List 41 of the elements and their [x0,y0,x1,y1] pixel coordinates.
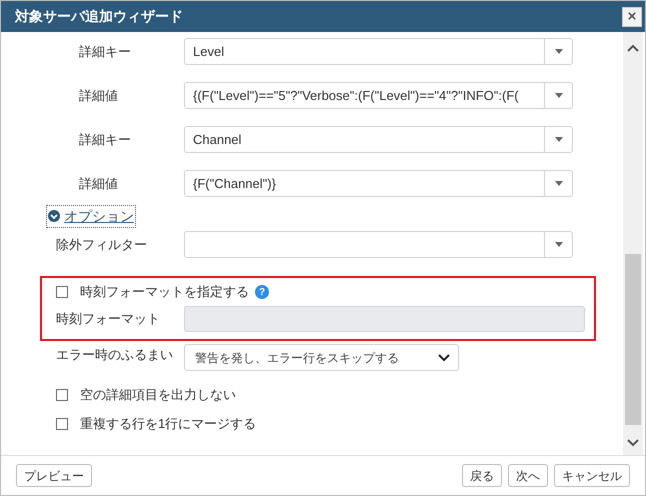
combo-field[interactable]: Level [184,38,573,65]
checkbox[interactable] [56,418,68,430]
caret-icon [554,137,562,142]
caret-icon [554,242,562,247]
checkbox[interactable] [56,389,68,401]
field-value: {F("Channel")} [193,174,276,193]
field-value: Channel [193,130,242,149]
combo-field[interactable]: {F("Channel")} [184,170,573,197]
caret-icon [554,181,562,186]
field-label: 詳細キー [78,130,132,149]
combo-field[interactable]: Channel [184,126,573,153]
checkbox-label: 時刻フォーマットを指定する [80,283,249,302]
options-toggle[interactable]: オプション [46,204,136,228]
preview-button[interactable]: プレビュー [16,464,92,487]
footer-button[interactable]: キャンセル [554,464,630,487]
field-label: 除外フィルター [55,236,148,254]
scrollbar[interactable] [623,32,643,455]
field-label: 詳細値 [78,174,119,193]
caret-icon [554,93,562,98]
field-label: 詳細キー [78,42,132,61]
footer-button[interactable]: 戻る [462,464,502,487]
close-button[interactable]: × [622,6,642,26]
window-title: 対象サーバ追加ウィザード [15,7,183,26]
checkbox[interactable] [56,286,68,298]
checkbox-label: 空の詳細項目を出力しない [80,386,236,404]
footer-button[interactable]: 次へ [508,464,548,487]
scroll-thumb[interactable] [625,254,641,425]
field-label: 時刻フォーマット [55,310,161,328]
field-value: {(F("Level")=="5"?"Verbose":(F("Level")=="4"?"INFO":(F( [193,86,519,105]
scroll-down-icon[interactable] [627,439,639,447]
select-field[interactable]: 警告を発し、エラー行をスキップする [184,344,459,371]
combo-field[interactable] [184,231,573,258]
field-label: 詳細値 [78,86,119,105]
chevron-down-icon [438,354,450,362]
checkbox-label: 重複する行を1行にマージする [80,415,256,434]
select-value: 警告を発し、エラー行をスキップする [195,350,399,366]
field-label: エラー時のふるまい [56,346,174,364]
caret-icon [554,49,562,54]
combo-field[interactable]: {(F("Level")=="5"?"Verbose":(F("Level")=="4"?"INFO":(F( [184,82,573,109]
field-value: Level [193,42,224,61]
scroll-up-icon[interactable] [627,44,639,52]
